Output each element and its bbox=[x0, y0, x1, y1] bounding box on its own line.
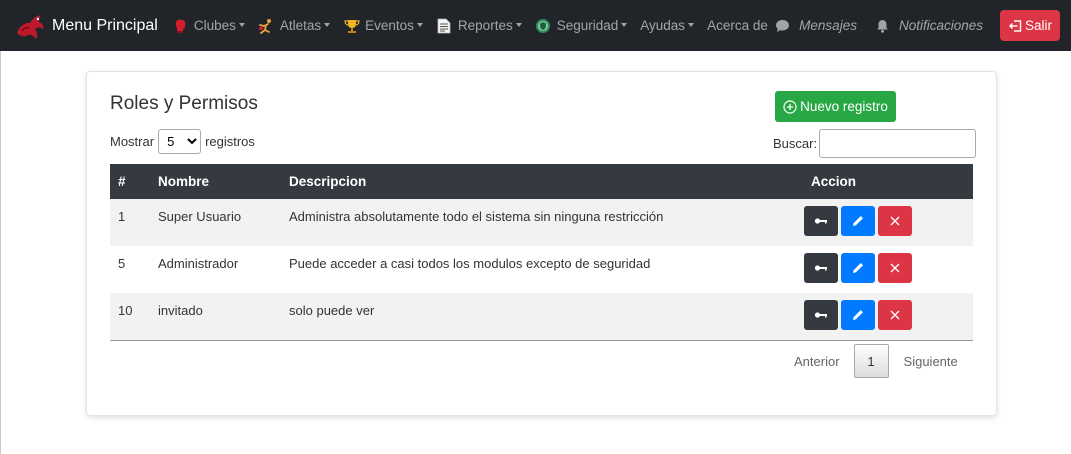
menu-ayudas[interactable]: Ayudas bbox=[640, 18, 695, 33]
navbar-right: Mensajes Notificaciones Salir bbox=[774, 0, 1071, 51]
permissions-button[interactable] bbox=[804, 253, 838, 283]
menu-reportes-label: Reportes bbox=[457, 18, 513, 33]
chevron-down-icon bbox=[621, 22, 628, 27]
chevron-down-icon bbox=[515, 22, 522, 27]
page-title: Roles y Permisos bbox=[110, 93, 258, 114]
pagination: Anterior 1 Siguiente bbox=[794, 344, 958, 378]
main-menu: Clubes Atletas Eventos Reportes Segurida… bbox=[172, 17, 781, 34]
nuevo-registro-button[interactable]: Nuevo registro bbox=[775, 91, 896, 122]
trophy-icon bbox=[343, 17, 360, 34]
permissions-button[interactable] bbox=[804, 300, 838, 330]
length-prefix: Mostrar bbox=[110, 134, 155, 149]
edit-button[interactable] bbox=[841, 300, 875, 330]
notificaciones-label: Notificaciones bbox=[898, 18, 983, 33]
cell-id: 5 bbox=[118, 256, 126, 271]
length-suffix: registros bbox=[205, 134, 255, 149]
key-icon bbox=[814, 265, 827, 271]
pencil-icon bbox=[853, 310, 863, 320]
key-icon bbox=[814, 218, 827, 224]
salir-label: Salir bbox=[1024, 18, 1052, 33]
cell-descripcion: solo puede ver bbox=[289, 303, 375, 318]
chat-bubble-icon bbox=[774, 17, 791, 34]
column-header-nombre[interactable]: Nombre bbox=[150, 164, 281, 199]
column-header-descripcion[interactable]: Descripcion bbox=[281, 164, 803, 199]
cell-actions bbox=[803, 199, 973, 246]
menu-eventos[interactable]: Eventos bbox=[343, 17, 423, 34]
cell-nombre: Super Usuario bbox=[158, 209, 242, 224]
menu-reportes[interactable]: Reportes bbox=[436, 17, 522, 34]
pencil-icon bbox=[853, 216, 863, 226]
cell-id: 1 bbox=[118, 209, 126, 224]
notificaciones-link[interactable]: Notificaciones bbox=[874, 17, 983, 34]
table-row: 10 invitado solo puede ver bbox=[110, 293, 973, 340]
boxing-glove-icon bbox=[172, 17, 189, 34]
report-icon bbox=[436, 17, 453, 34]
roles-table: # Nombre Descripcion Accion 1 Super Usua… bbox=[110, 164, 973, 341]
menu-acerca-de[interactable]: Acerca de bbox=[707, 18, 768, 33]
chevron-down-icon bbox=[324, 22, 331, 27]
table-row: 5 Administrador Puede acceder a casi tod… bbox=[110, 246, 973, 293]
athlete-icon bbox=[258, 17, 275, 34]
menu-seguridad-label: Seguridad bbox=[556, 18, 619, 33]
cell-descripcion: Puede acceder a casi todos los modulos e… bbox=[289, 256, 651, 271]
close-icon bbox=[890, 263, 900, 273]
salir-button[interactable]: Salir bbox=[1000, 10, 1060, 41]
pagination-previous[interactable]: Anterior bbox=[794, 354, 840, 369]
permissions-button[interactable] bbox=[804, 206, 838, 236]
search-label: Buscar: bbox=[773, 136, 818, 151]
search-input[interactable] bbox=[819, 129, 977, 158]
chevron-down-icon bbox=[416, 22, 423, 27]
close-icon bbox=[890, 310, 900, 320]
bell-icon bbox=[874, 17, 891, 34]
close-icon bbox=[890, 216, 900, 226]
page-length-select[interactable]: 5 bbox=[158, 129, 202, 154]
column-header-accion: Accion bbox=[811, 174, 857, 189]
page-left-border bbox=[0, 51, 1, 454]
delete-button[interactable] bbox=[878, 300, 912, 330]
delete-button[interactable] bbox=[878, 253, 912, 283]
cell-id: 10 bbox=[118, 303, 133, 318]
menu-atletas-label: Atletas bbox=[279, 18, 322, 33]
menu-clubes[interactable]: Clubes bbox=[172, 17, 245, 34]
table-header: # Nombre Descripcion Accion bbox=[110, 164, 973, 199]
shield-icon bbox=[535, 17, 552, 34]
brand-link[interactable]: Menu Principal bbox=[14, 11, 158, 41]
roles-card: Roles y Permisos Nuevo registro Mostrar … bbox=[86, 71, 997, 416]
brand-title: Menu Principal bbox=[52, 16, 158, 34]
cell-actions bbox=[803, 293, 973, 340]
chevron-down-icon bbox=[238, 22, 245, 27]
menu-seguridad[interactable]: Seguridad bbox=[535, 17, 628, 34]
pagination-page-1[interactable]: 1 bbox=[853, 344, 889, 378]
menu-eventos-label: Eventos bbox=[365, 18, 414, 33]
navbar: Menu Principal Clubes Atletas Eventos Re… bbox=[0, 0, 1071, 51]
menu-clubes-label: Clubes bbox=[193, 18, 236, 33]
plus-circle-icon bbox=[783, 99, 797, 114]
chevron-down-icon bbox=[688, 22, 695, 27]
cell-nombre: Administrador bbox=[158, 256, 239, 271]
column-header-id[interactable]: # bbox=[110, 164, 150, 199]
pagination-next[interactable]: Siguiente bbox=[904, 354, 958, 369]
pencil-icon bbox=[853, 263, 863, 273]
cell-nombre: invitado bbox=[158, 303, 203, 318]
logout-icon bbox=[1008, 19, 1022, 33]
menu-atletas[interactable]: Atletas bbox=[258, 17, 331, 34]
menu-acerca-de-label: Acerca de bbox=[707, 18, 768, 33]
dragon-logo-icon bbox=[14, 11, 46, 41]
delete-button[interactable] bbox=[878, 206, 912, 236]
edit-button[interactable] bbox=[841, 206, 875, 236]
cell-descripcion: Administra absolutamente todo el sistema… bbox=[289, 209, 664, 224]
key-icon bbox=[814, 312, 827, 318]
edit-button[interactable] bbox=[841, 253, 875, 283]
menu-ayudas-label: Ayudas bbox=[640, 18, 686, 33]
cell-actions bbox=[803, 246, 973, 293]
search-control: Buscar: bbox=[773, 129, 977, 158]
table-row: 1 Super Usuario Administra absolutamente… bbox=[110, 199, 973, 246]
mensajes-link[interactable]: Mensajes bbox=[774, 17, 857, 34]
mensajes-label: Mensajes bbox=[799, 18, 857, 33]
page-length-control: Mostrar 5 registros bbox=[110, 129, 255, 154]
nuevo-registro-label: Nuevo registro bbox=[800, 99, 888, 114]
